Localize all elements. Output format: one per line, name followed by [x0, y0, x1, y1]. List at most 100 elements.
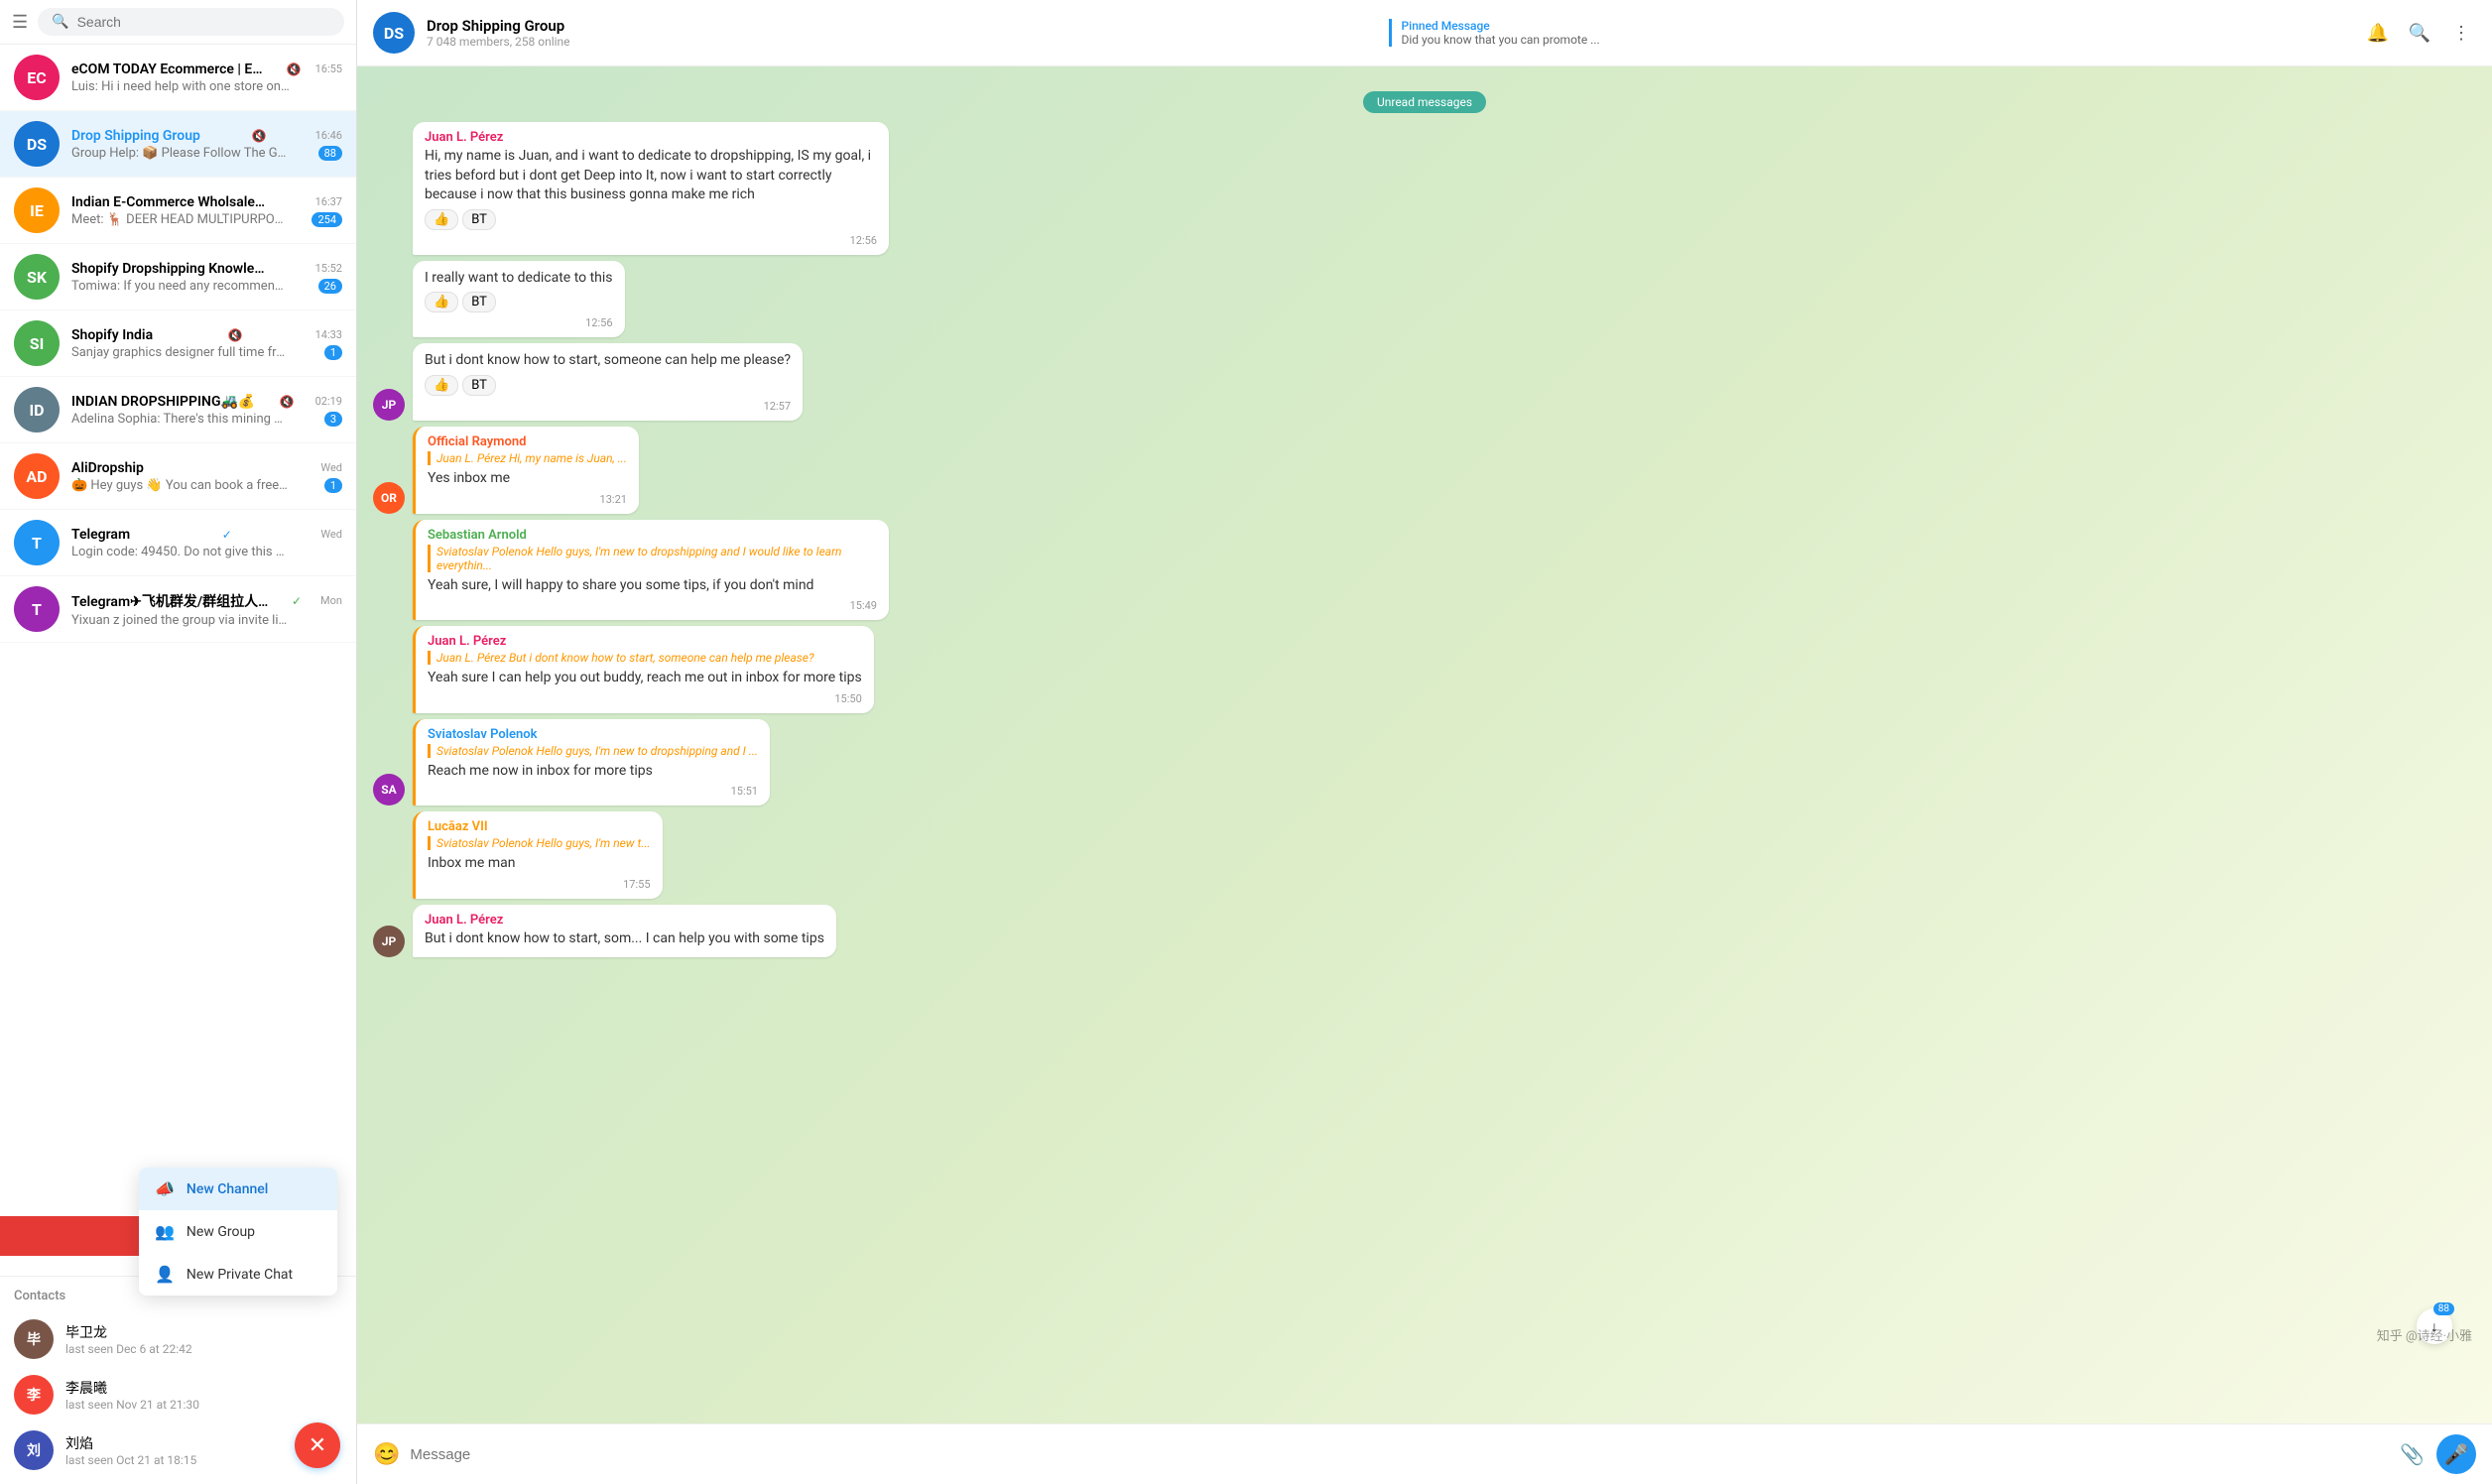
chat-list: ECeCOM TODAY Ecommerce | ENG C...🔇16:55L…	[0, 45, 356, 1276]
chat-item-indian_d[interactable]: ID INDIAN DROPSHIPPING🚜💰🔇02:19Adelina Sop…	[0, 377, 356, 443]
chat-preview-telegram: Login code: 49450. Do not give this code…	[71, 545, 290, 559]
chat-item-alidropship[interactable]: ADAliDropshipWed🎃 Hey guys 👋 You can boo…	[0, 443, 356, 510]
message-group-m9: JPJuan L. PérezBut i dont know how to st…	[373, 905, 2476, 957]
chat-item-dropshipping[interactable]: DSDrop Shipping Group🔇16:46Group Help: 📦…	[0, 111, 356, 178]
msg-sender-m9: Juan L. Pérez	[425, 913, 824, 928]
msg-bubble-m8: Lucãaz VII Sviatoslav Polenok Hello guys,…	[413, 811, 663, 899]
chat-content-telegram_fly: Telegram✈飞机群发/群组拉人/群...✓MonYixuan z join…	[71, 591, 342, 628]
badge-shopify_i: 1	[324, 345, 342, 360]
contact-item-c3[interactable]: 刘刘焰last seen Oct 21 at 18:15	[14, 1422, 342, 1478]
msg-sender-m8: Lucãaz VII	[428, 819, 651, 834]
msg-reply-m8: Sviatoslav Polenok Hello guys, I'm new t…	[428, 836, 651, 850]
msg-reply-m4: Juan L. Pérez Hi, my name is Juan, ...	[428, 451, 627, 465]
close-add-button[interactable]: ✕	[295, 1422, 340, 1468]
emoji-button[interactable]: 😊	[373, 1442, 400, 1467]
reaction[interactable]: 👍	[425, 375, 458, 396]
contact-status-c2: last seen Nov 21 at 21:30	[65, 1398, 342, 1412]
search-input[interactable]	[77, 14, 330, 30]
chat-time-indian: 16:37	[315, 195, 342, 208]
reaction[interactable]: BT	[462, 375, 496, 396]
muted-icon-shopify_i: 🔇	[228, 328, 243, 342]
search-chat-button[interactable]: 🔍	[2405, 18, 2434, 48]
msg-text-m6: Yeah sure I can help you out buddy, reac…	[428, 669, 862, 688]
msg-sender-m1: Juan L. Pérez	[425, 130, 877, 145]
contact-name-c1: 毕卫龙	[65, 1322, 342, 1342]
chat-item-ecom[interactable]: ECeCOM TODAY Ecommerce | ENG C...🔇16:55L…	[0, 45, 356, 111]
reaction[interactable]: 👍	[425, 292, 458, 312]
mic-icon[interactable]: 🎤	[2436, 1434, 2476, 1474]
msg-bubble-m2: I really want to dedicate to this👍BT12:5…	[413, 261, 625, 338]
contact-avatar-c2: 李	[14, 1375, 54, 1415]
chat-item-telegram[interactable]: TTelegram✓WedLogin code: 49450. Do not g…	[0, 510, 356, 576]
menu-item-new_group[interactable]: 👥New Group	[139, 1210, 337, 1253]
chat-avatar-telegram_fly: T	[14, 586, 60, 632]
msg-time-m6: 15:50	[428, 692, 862, 705]
chat-preview-shopify_i: Sanjay graphics designer full time freel…	[71, 345, 290, 360]
pinned-label: Pinned Message	[1402, 19, 2348, 33]
chat-avatar-indian_d: ID	[14, 387, 60, 433]
reaction[interactable]: BT	[462, 292, 496, 312]
chat-item-shopify_k[interactable]: SK Shopify Dropshipping Knowledge ...15:5…	[0, 244, 356, 310]
chat-avatar-shopify_k: SK	[14, 254, 60, 300]
chat-time-ecom: 16:55	[315, 62, 342, 75]
chat-content-shopify_i: Shopify India🔇14:33Sanjay graphics desig…	[71, 327, 342, 360]
msg-text-m3: But i dont know how to start, someone ca…	[425, 351, 791, 371]
send-area: 📎 🎤	[2400, 1434, 2476, 1474]
message-group-m8: Lucãaz VII Sviatoslav Polenok Hello guys,…	[373, 811, 2476, 899]
chat-avatar-telegram: T	[14, 520, 60, 565]
msg-sender-m5: Sebastian Arnold	[428, 528, 877, 543]
msg-sender-m6: Juan L. Pérez	[428, 634, 862, 649]
chat-time-dropshipping: 16:46	[315, 129, 342, 142]
mute-button[interactable]: 🔔	[2363, 18, 2393, 48]
msg-avatar-m7: SA	[373, 774, 405, 805]
contact-avatar-c1: 毕	[14, 1319, 54, 1359]
chat-time-shopify_k: 15:52	[315, 262, 342, 275]
context-menu: 📣New Channel👥New Group👤New Private Chat	[139, 1168, 337, 1296]
reaction[interactable]: BT	[462, 209, 496, 230]
msg-reply-m7: Sviatoslav Polenok Hello guys, I'm new t…	[428, 744, 758, 758]
chat-avatar-dropshipping: DS	[14, 121, 60, 167]
message-group-m7: SASviatoslav PolenokSviatoslav Polenok H…	[373, 719, 2476, 806]
red-arrow	[0, 1206, 139, 1266]
contact-avatar-c3: 刘	[14, 1430, 54, 1470]
chat-name-ecom: eCOM TODAY Ecommerce | ENG C...	[71, 62, 270, 77]
chat-content-indian_d: INDIAN DROPSHIPPING🚜💰🔇02:19Adelina Sophi…	[71, 394, 342, 427]
msg-bubble-m5: Sebastian ArnoldSviatoslav Polenok Hello…	[413, 520, 889, 621]
menu-item-new_channel[interactable]: 📣New Channel	[139, 1168, 337, 1210]
chat-time-alidropship: Wed	[320, 461, 342, 474]
chat-name-indian_d: INDIAN DROPSHIPPING🚜💰	[71, 394, 255, 410]
scroll-down-icon[interactable]: 88 ↓	[2417, 1308, 2452, 1344]
pinned-message[interactable]: Pinned Message Did you know that you can…	[1389, 19, 2348, 47]
chat-item-shopify_i[interactable]: SIShopify India🔇14:33Sanjay graphics des…	[0, 310, 356, 377]
chat-content-ecom: eCOM TODAY Ecommerce | ENG C...🔇16:55Lui…	[71, 62, 342, 94]
pinned-text: Did you know that you can promote ...	[1402, 33, 1699, 47]
verified-icon-telegram: ✓	[222, 528, 232, 542]
msg-bubble-m4: Official RaymondJuan L. Pérez Hi, my nam…	[413, 427, 639, 514]
chat-name-shopify_i: Shopify India	[71, 327, 153, 343]
chat-avatar-indian: IE	[14, 187, 60, 233]
sidebar-header: ☰ 🔍	[0, 0, 356, 45]
messages-container: Juan L. PérezHi, my name is Juan, and i …	[373, 122, 2476, 957]
chat-preview-shopify_k: Tomiwa: If you need any recommenda...	[71, 279, 290, 294]
chat-preview-indian_d: Adelina Sophia: There's this mining plat…	[71, 412, 290, 427]
msg-reply-m6: Juan L. Pérez But i dont know how to sta…	[428, 651, 862, 665]
message-input[interactable]	[410, 1446, 2400, 1463]
msg-text-m8: Inbox me man	[428, 854, 651, 874]
reaction[interactable]: 👍	[425, 209, 458, 230]
more-button[interactable]: ⋮	[2446, 18, 2476, 48]
hamburger-icon[interactable]: ☰	[12, 12, 28, 33]
contact-item-c2[interactable]: 李李晨曦last seen Nov 21 at 21:30	[14, 1367, 342, 1422]
muted-icon-dropshipping: 🔇	[252, 129, 267, 143]
chat-name-indian: Indian E-Commerce Wholsaler B2...	[71, 194, 270, 210]
menu-item-new_private[interactable]: 👤New Private Chat	[139, 1253, 337, 1296]
chat-item-telegram_fly[interactable]: T Telegram✈飞机群发/群组拉人/群...✓MonYixuan z joi…	[0, 576, 356, 643]
chat-preview-ecom: Luis: Hi i need help with one store onli…	[71, 79, 290, 94]
scroll-badge: 88	[2433, 1302, 2454, 1315]
contact-item-c1[interactable]: 毕毕卫龙last seen Dec 6 at 22:42	[14, 1311, 342, 1367]
attach-icon[interactable]: 📎	[2400, 1442, 2425, 1466]
search-icon: 🔍	[52, 14, 68, 30]
chat-content-shopify_k: Shopify Dropshipping Knowledge ...15:52T…	[71, 261, 342, 294]
chat-item-indian[interactable]: IE Indian E-Commerce Wholsaler B2... 16:37…	[0, 178, 356, 244]
msg-text-m2: I really want to dedicate to this	[425, 269, 613, 289]
search-box[interactable]: 🔍	[38, 8, 344, 36]
